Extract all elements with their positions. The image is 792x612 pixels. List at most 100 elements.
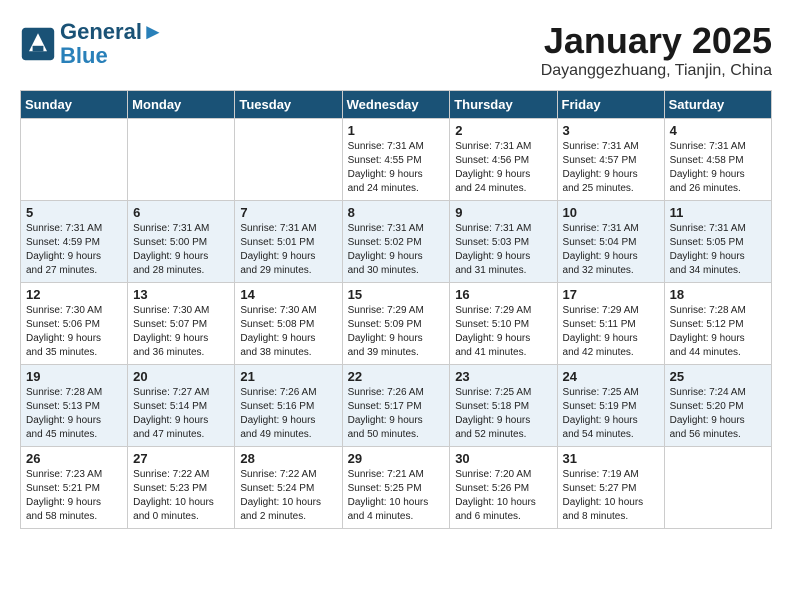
logo-text: General► Blue xyxy=(60,20,164,68)
day-info: Sunrise: 7:27 AM Sunset: 5:14 PM Dayligh… xyxy=(133,386,229,442)
weekday-header-sunday: Sunday xyxy=(21,91,128,119)
day-number: 11 xyxy=(670,205,766,220)
calendar-cell: 21 Sunrise: 7:26 AM Sunset: 5:16 PM Dayli… xyxy=(235,365,342,447)
logo-icon xyxy=(20,26,56,62)
calendar-cell: 22 Sunrise: 7:26 AM Sunset: 5:17 PM Dayli… xyxy=(342,365,450,447)
day-number: 12 xyxy=(26,287,122,302)
day-number: 19 xyxy=(26,369,122,384)
calendar-cell: 12Sunrise: 7:30 AM Sunset: 5:06 PM Dayli… xyxy=(21,283,128,365)
title-block: January 2025 Dayanggezhuang, Tianjin, Ch… xyxy=(541,20,772,80)
day-info: Sunrise: 7:31 AM Sunset: 4:59 PM Dayligh… xyxy=(26,222,122,278)
calendar-cell: 19 Sunrise: 7:28 AM Sunset: 5:13 PM Dayli… xyxy=(21,365,128,447)
day-info: Sunrise: 7:23 AM Sunset: 5:21 PM Dayligh… xyxy=(26,468,122,524)
day-info: Sunrise: 7:30 AM Sunset: 5:08 PM Dayligh… xyxy=(240,304,336,360)
calendar-cell: 27Sunrise: 7:22 AM Sunset: 5:23 PM Dayli… xyxy=(128,447,235,529)
day-number: 27 xyxy=(133,451,229,466)
location-subtitle: Dayanggezhuang, Tianjin, China xyxy=(541,62,772,80)
day-info: Sunrise: 7:31 AM Sunset: 5:01 PM Dayligh… xyxy=(240,222,336,278)
calendar-cell: 14Sunrise: 7:30 AM Sunset: 5:08 PM Dayli… xyxy=(235,283,342,365)
day-info: Sunrise: 7:28 AM Sunset: 5:12 PM Dayligh… xyxy=(670,304,766,360)
day-info: Sunrise: 7:31 AM Sunset: 4:56 PM Dayligh… xyxy=(455,140,551,196)
day-info: Sunrise: 7:20 AM Sunset: 5:26 PM Dayligh… xyxy=(455,468,551,524)
day-number: 1 xyxy=(348,123,445,138)
calendar-cell: 18 Sunrise: 7:28 AM Sunset: 5:12 PM Dayli… xyxy=(664,283,771,365)
day-number: 5 xyxy=(26,205,122,220)
calendar-table: SundayMondayTuesdayWednesdayThursdayFrid… xyxy=(20,90,772,529)
day-number: 25 xyxy=(670,369,766,384)
calendar-cell: 10 Sunrise: 7:31 AM Sunset: 5:04 PM Dayli… xyxy=(557,201,664,283)
day-info: Sunrise: 7:29 AM Sunset: 5:10 PM Dayligh… xyxy=(455,304,551,360)
calendar-cell: 31Sunrise: 7:19 AM Sunset: 5:27 PM Dayli… xyxy=(557,447,664,529)
day-number: 6 xyxy=(133,205,229,220)
day-number: 21 xyxy=(240,369,336,384)
day-number: 26 xyxy=(26,451,122,466)
calendar-cell: 11 Sunrise: 7:31 AM Sunset: 5:05 PM Dayli… xyxy=(664,201,771,283)
calendar-cell: 5 Sunrise: 7:31 AM Sunset: 4:59 PM Daylig… xyxy=(21,201,128,283)
calendar-cell xyxy=(664,447,771,529)
day-info: Sunrise: 7:29 AM Sunset: 5:09 PM Dayligh… xyxy=(348,304,445,360)
calendar-cell: 3Sunrise: 7:31 AM Sunset: 4:57 PM Daylig… xyxy=(557,119,664,201)
weekday-header-monday: Monday xyxy=(128,91,235,119)
day-info: Sunrise: 7:31 AM Sunset: 5:02 PM Dayligh… xyxy=(348,222,445,278)
day-info: Sunrise: 7:24 AM Sunset: 5:20 PM Dayligh… xyxy=(670,386,766,442)
day-info: Sunrise: 7:31 AM Sunset: 4:57 PM Dayligh… xyxy=(563,140,659,196)
calendar-cell: 2 Sunrise: 7:31 AM Sunset: 4:56 PM Daylig… xyxy=(450,119,557,201)
calendar-cell: 20 Sunrise: 7:27 AM Sunset: 5:14 PM Dayli… xyxy=(128,365,235,447)
day-info: Sunrise: 7:31 AM Sunset: 4:58 PM Dayligh… xyxy=(670,140,766,196)
calendar-week-1: 1 Sunrise: 7:31 AM Sunset: 4:55 PM Daylig… xyxy=(21,119,772,201)
weekday-header-friday: Friday xyxy=(557,91,664,119)
day-number: 17 xyxy=(563,287,659,302)
calendar-cell: 15 Sunrise: 7:29 AM Sunset: 5:09 PM Dayli… xyxy=(342,283,450,365)
calendar-cell: 24Sunrise: 7:25 AM Sunset: 5:19 PM Dayli… xyxy=(557,365,664,447)
day-number: 29 xyxy=(348,451,445,466)
day-number: 22 xyxy=(348,369,445,384)
day-info: Sunrise: 7:21 AM Sunset: 5:25 PM Dayligh… xyxy=(348,468,445,524)
calendar-week-3: 12Sunrise: 7:30 AM Sunset: 5:06 PM Dayli… xyxy=(21,283,772,365)
day-number: 28 xyxy=(240,451,336,466)
day-info: Sunrise: 7:26 AM Sunset: 5:16 PM Dayligh… xyxy=(240,386,336,442)
calendar-cell: 28 Sunrise: 7:22 AM Sunset: 5:24 PM Dayli… xyxy=(235,447,342,529)
day-info: Sunrise: 7:22 AM Sunset: 5:24 PM Dayligh… xyxy=(240,468,336,524)
calendar-cell: 26 Sunrise: 7:23 AM Sunset: 5:21 PM Dayli… xyxy=(21,447,128,529)
day-number: 31 xyxy=(563,451,659,466)
day-info: Sunrise: 7:31 AM Sunset: 5:04 PM Dayligh… xyxy=(563,222,659,278)
day-info: Sunrise: 7:31 AM Sunset: 4:55 PM Dayligh… xyxy=(348,140,445,196)
day-info: Sunrise: 7:25 AM Sunset: 5:18 PM Dayligh… xyxy=(455,386,551,442)
day-number: 30 xyxy=(455,451,551,466)
weekday-header-thursday: Thursday xyxy=(450,91,557,119)
day-number: 13 xyxy=(133,287,229,302)
calendar-cell xyxy=(235,119,342,201)
calendar-cell: 30 Sunrise: 7:20 AM Sunset: 5:26 PM Dayli… xyxy=(450,447,557,529)
day-number: 23 xyxy=(455,369,551,384)
day-info: Sunrise: 7:29 AM Sunset: 5:11 PM Dayligh… xyxy=(563,304,659,360)
day-number: 24 xyxy=(563,369,659,384)
calendar-cell: 8Sunrise: 7:31 AM Sunset: 5:02 PM Daylig… xyxy=(342,201,450,283)
day-info: Sunrise: 7:31 AM Sunset: 5:05 PM Dayligh… xyxy=(670,222,766,278)
day-number: 20 xyxy=(133,369,229,384)
day-info: Sunrise: 7:31 AM Sunset: 5:00 PM Dayligh… xyxy=(133,222,229,278)
calendar-cell xyxy=(21,119,128,201)
month-title: January 2025 xyxy=(541,20,772,62)
calendar-cell: 16Sunrise: 7:29 AM Sunset: 5:10 PM Dayli… xyxy=(450,283,557,365)
day-number: 7 xyxy=(240,205,336,220)
day-number: 9 xyxy=(455,205,551,220)
calendar-week-2: 5 Sunrise: 7:31 AM Sunset: 4:59 PM Daylig… xyxy=(21,201,772,283)
calendar-cell: 29 Sunrise: 7:21 AM Sunset: 5:25 PM Dayli… xyxy=(342,447,450,529)
calendar-cell: 17 Sunrise: 7:29 AM Sunset: 5:11 PM Dayli… xyxy=(557,283,664,365)
day-number: 18 xyxy=(670,287,766,302)
calendar-cell: 4Sunrise: 7:31 AM Sunset: 4:58 PM Daylig… xyxy=(664,119,771,201)
calendar-week-5: 26 Sunrise: 7:23 AM Sunset: 5:21 PM Dayli… xyxy=(21,447,772,529)
weekday-header-wednesday: Wednesday xyxy=(342,91,450,119)
calendar-cell: 9 Sunrise: 7:31 AM Sunset: 5:03 PM Daylig… xyxy=(450,201,557,283)
day-info: Sunrise: 7:28 AM Sunset: 5:13 PM Dayligh… xyxy=(26,386,122,442)
day-number: 2 xyxy=(455,123,551,138)
day-info: Sunrise: 7:31 AM Sunset: 5:03 PM Dayligh… xyxy=(455,222,551,278)
calendar-cell: 1 Sunrise: 7:31 AM Sunset: 4:55 PM Daylig… xyxy=(342,119,450,201)
day-info: Sunrise: 7:26 AM Sunset: 5:17 PM Dayligh… xyxy=(348,386,445,442)
logo: General► Blue xyxy=(20,20,164,68)
day-info: Sunrise: 7:30 AM Sunset: 5:07 PM Dayligh… xyxy=(133,304,229,360)
day-number: 15 xyxy=(348,287,445,302)
day-number: 10 xyxy=(563,205,659,220)
calendar-cell xyxy=(128,119,235,201)
calendar-cell: 6 Sunrise: 7:31 AM Sunset: 5:00 PM Daylig… xyxy=(128,201,235,283)
